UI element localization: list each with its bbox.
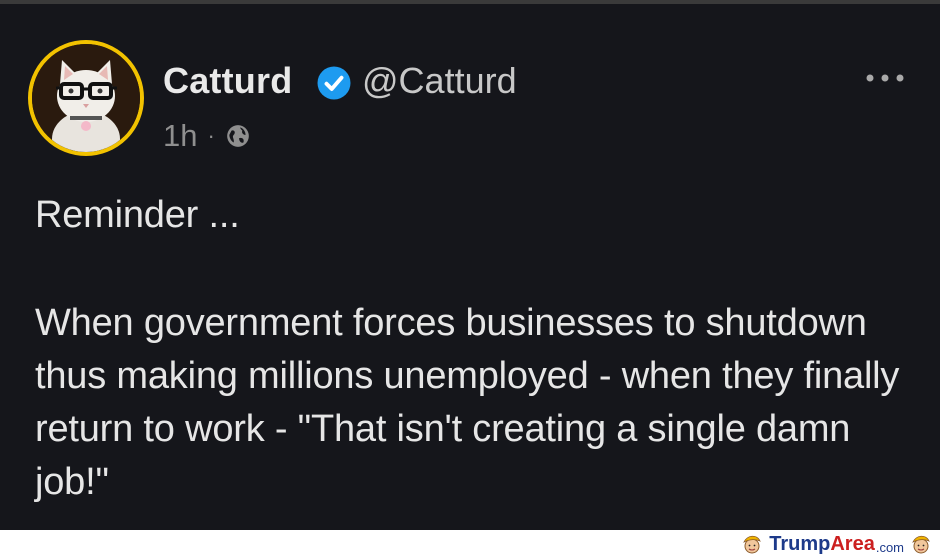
- trump-face-logo-icon: [743, 535, 762, 554]
- author-name[interactable]: Catturd: [163, 60, 292, 102]
- author-handle[interactable]: @Catturd: [362, 60, 517, 102]
- watermark-part2: Area: [830, 532, 875, 555]
- post-paragraph: Reminder ...: [35, 194, 240, 236]
- author-avatar[interactable]: [28, 40, 144, 156]
- post-body: Reminder ... When government forces busi…: [35, 189, 915, 509]
- site-watermark: Trump Area .com: [741, 533, 932, 555]
- post-card: Catturd @Catturd 1h · Reminder ... When …: [0, 0, 940, 530]
- watermark-part3: .com: [875, 539, 904, 555]
- globe-icon: [226, 125, 249, 147]
- cat-avatar-icon: [32, 44, 140, 152]
- watermark-part1: Trump: [769, 532, 831, 555]
- post-meta: 1h ·: [163, 116, 251, 156]
- post-paragraph: When government forces businesses to shu…: [35, 302, 900, 503]
- meta-separator: ·: [207, 123, 215, 148]
- post-time[interactable]: 1h: [163, 118, 197, 154]
- verified-badge-icon: [317, 66, 351, 100]
- trump-face-logo-icon: [912, 535, 930, 554]
- watermark-bar: Trump Area .com: [0, 530, 940, 557]
- more-options-icon[interactable]: [862, 66, 908, 90]
